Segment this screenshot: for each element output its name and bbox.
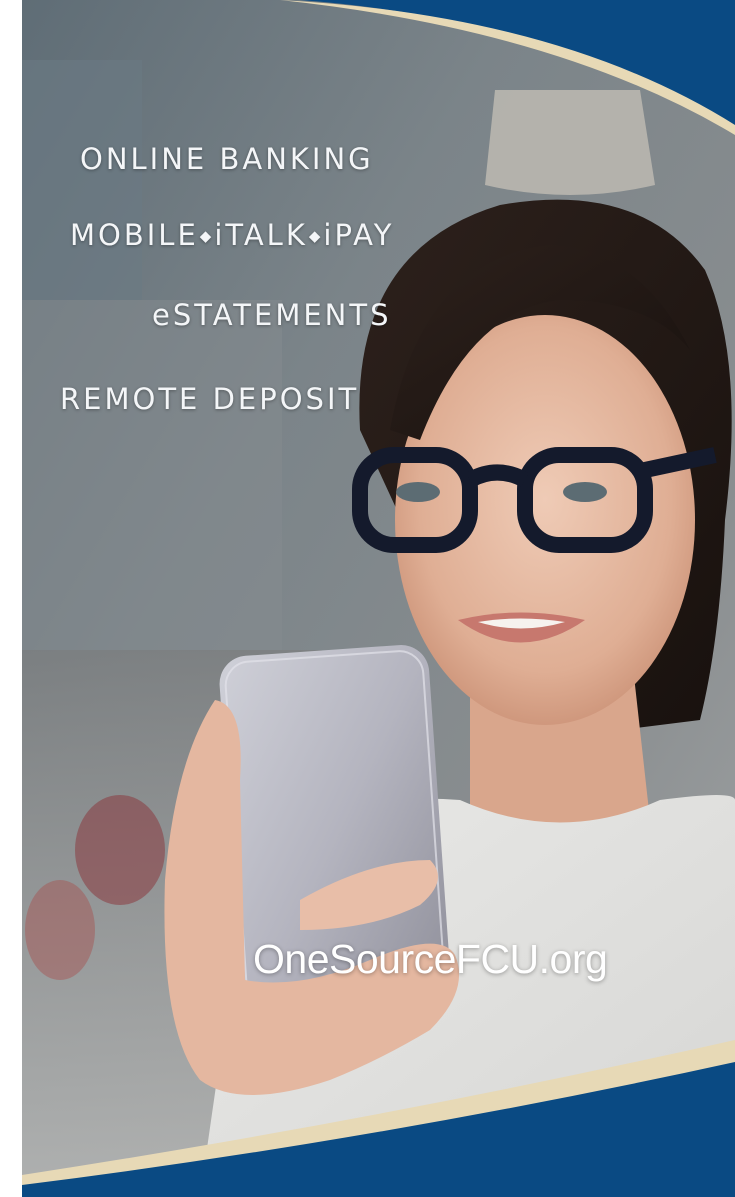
service-remote-deposit: REMOTE DEPOSIT (60, 382, 360, 416)
service-ipay: iPAY (323, 218, 395, 252)
website-url: OneSourceFCU.org (253, 936, 608, 982)
diamond-separator-icon: ◆ (308, 227, 321, 245)
service-italk: iTALK (214, 218, 308, 252)
service-estatements: eSTATEMENTS (152, 298, 392, 332)
service-mobile-italk-ipay: MOBILE◆ iTALK◆ iPAY (70, 218, 394, 252)
header-word-fragment (290, 0, 720, 10)
services-poster: ONLINE BANKING MOBILE◆ iTALK◆ iPAY eSTATEM… (0, 0, 735, 1197)
diamond-separator-icon: ◆ (199, 227, 212, 245)
service-online-banking: ONLINE BANKING (80, 142, 374, 176)
photo-background (0, 0, 735, 1197)
service-mobile: MOBILE (70, 218, 199, 252)
